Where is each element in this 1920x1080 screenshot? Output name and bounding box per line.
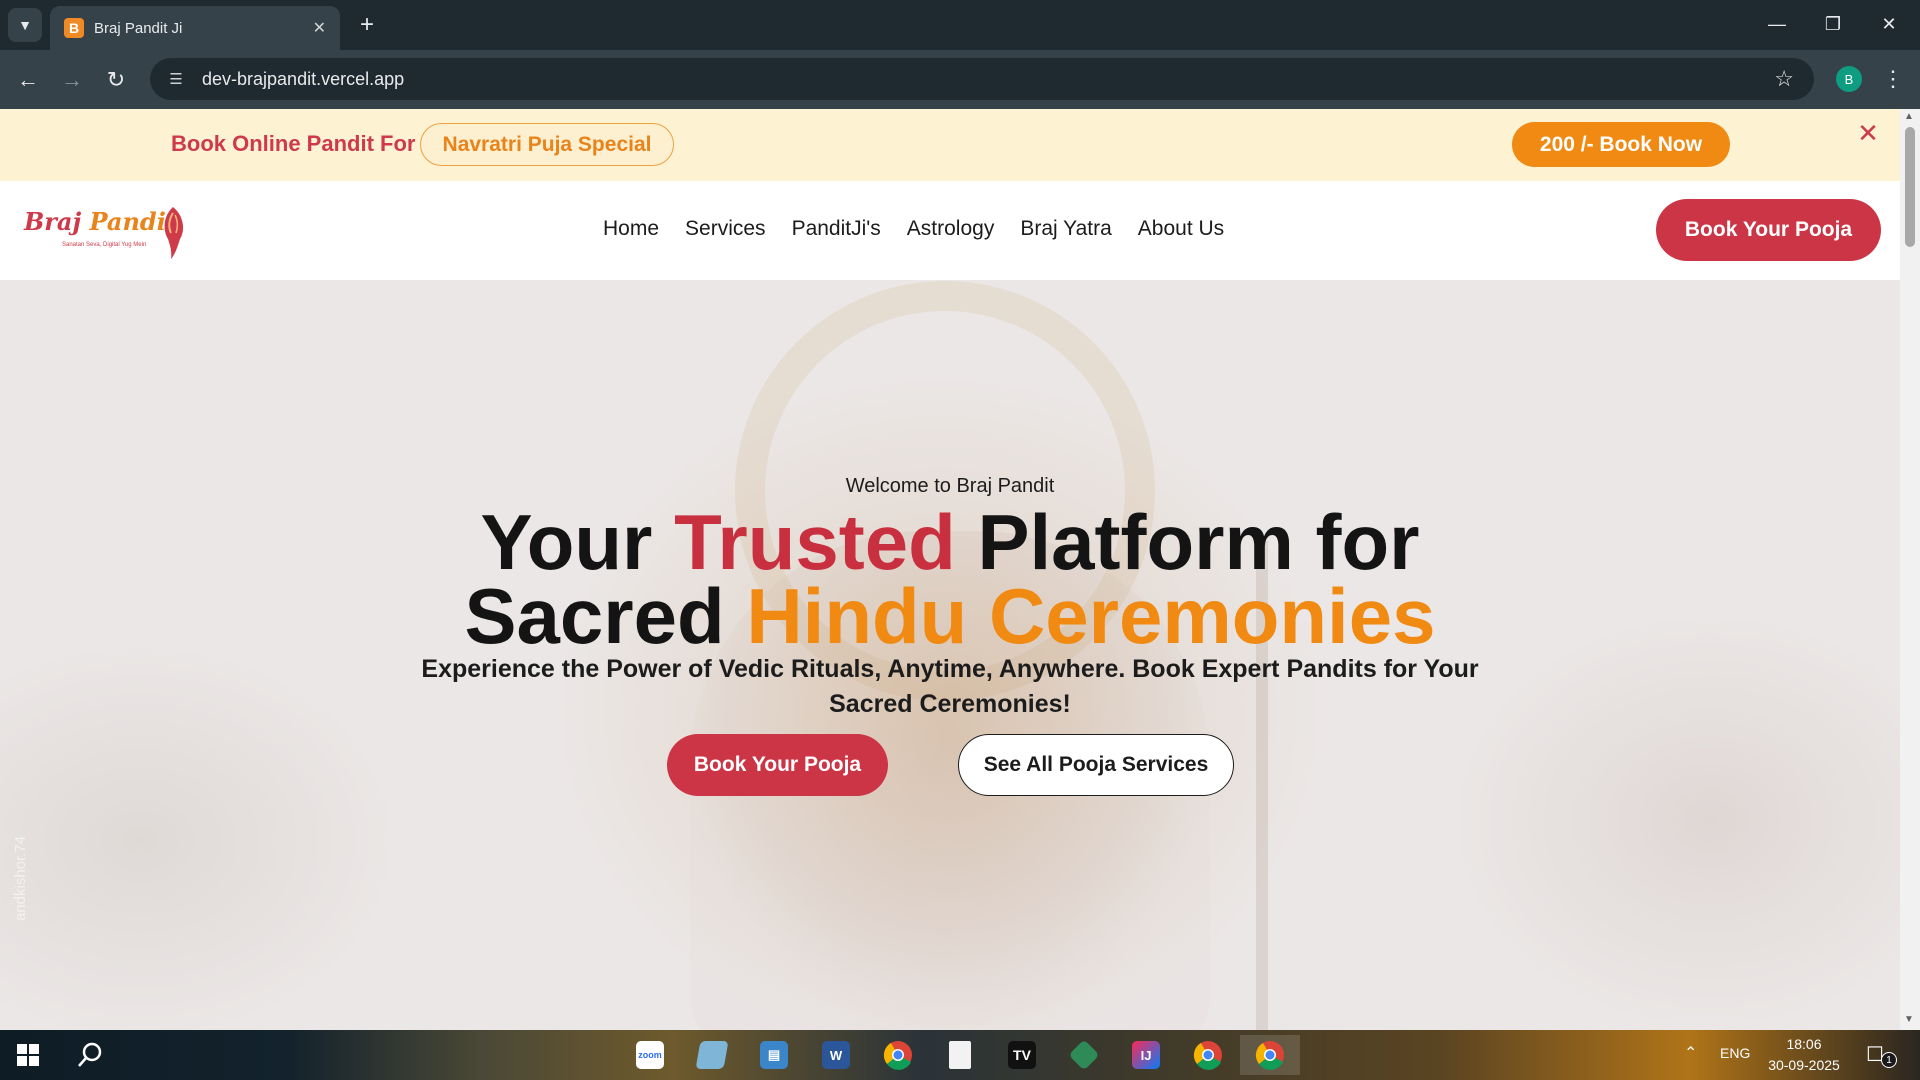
taskbar-word-app[interactable]: W bbox=[816, 1035, 856, 1075]
search-icon bbox=[78, 1042, 102, 1067]
taskbar-chrome-app[interactable] bbox=[878, 1035, 918, 1075]
image-watermark: andkishor.74 bbox=[12, 835, 29, 921]
announcement-offer-badge[interactable]: Navratri Puja Special bbox=[420, 123, 674, 166]
page-viewport: Book Online Pandit For Navratri Puja Spe… bbox=[0, 109, 1920, 1030]
show-hidden-icons-chevron-icon[interactable]: ⌃ bbox=[1684, 1043, 1697, 1063]
tab-search-button[interactable]: ▼ bbox=[8, 8, 42, 42]
notification-count-badge: 1 bbox=[1881, 1052, 1897, 1068]
hero-title: Your Trusted Platform for Sacred Hindu C… bbox=[464, 498, 1436, 660]
taskbar-search-button[interactable] bbox=[70, 1035, 110, 1075]
bookmark-star-icon[interactable]: ☆ bbox=[1774, 66, 1794, 92]
taskbar-editor-app[interactable] bbox=[692, 1035, 732, 1075]
new-tab-button[interactable]: + bbox=[352, 10, 382, 40]
close-announcement-icon[interactable]: ✕ bbox=[1856, 118, 1880, 148]
minimize-window-button[interactable]: — bbox=[1754, 8, 1800, 40]
chrome-icon bbox=[1255, 1041, 1284, 1070]
taskbar-zoom-app[interactable]: zoom bbox=[630, 1035, 670, 1075]
taskbar-tradingview-app[interactable]: TV bbox=[1002, 1035, 1042, 1075]
hero-book-pooja-button[interactable]: Book Your Pooja bbox=[667, 734, 888, 796]
site-logo[interactable]: Braj Pandit Sanatan Seva, Digital Yug Me… bbox=[24, 205, 194, 261]
start-button[interactable] bbox=[8, 1035, 48, 1075]
chrome-icon bbox=[1193, 1041, 1222, 1070]
nav-panditjis[interactable]: PanditJi's bbox=[792, 217, 881, 241]
conch-shell-icon bbox=[164, 207, 184, 259]
git-icon bbox=[1068, 1039, 1100, 1071]
header-book-pooja-button[interactable]: Book Your Pooja bbox=[1656, 199, 1881, 261]
taskbar-chrome-active-app[interactable] bbox=[1240, 1035, 1300, 1075]
file-icon bbox=[949, 1041, 971, 1069]
zoom-icon: zoom bbox=[636, 1041, 664, 1069]
nav-astrology[interactable]: Astrology bbox=[907, 217, 995, 241]
scrollbar-thumb[interactable] bbox=[1905, 127, 1915, 247]
taskbar-git-app[interactable] bbox=[1064, 1035, 1104, 1075]
browser-menu-icon[interactable]: ⋮ bbox=[1880, 62, 1906, 96]
logo-wordmark: Braj Pandit bbox=[24, 207, 177, 236]
profile-avatar[interactable]: B bbox=[1836, 66, 1862, 92]
announcement-bar: Book Online Pandit For Navratri Puja Spe… bbox=[0, 109, 1900, 181]
hero-section: Welcome to Braj Pandit Your Trusted Plat… bbox=[0, 281, 1900, 1030]
main-nav: Home Services PanditJi's Astrology Braj … bbox=[603, 217, 1250, 241]
announcement-book-now-button[interactable]: 200 /- Book Now bbox=[1512, 122, 1730, 167]
url-text: dev-brajpandit.vercel.app bbox=[202, 68, 405, 89]
clock-time: 18:06 bbox=[1786, 1036, 1822, 1052]
windows-logo-icon bbox=[17, 1044, 39, 1066]
reload-button[interactable]: ↻ bbox=[100, 64, 132, 96]
hero-background-glow bbox=[0, 641, 400, 1030]
scroll-down-icon[interactable]: ▼ bbox=[1904, 1014, 1914, 1025]
back-button[interactable]: ← bbox=[12, 64, 44, 96]
nav-braj-yatra[interactable]: Braj Yatra bbox=[1020, 217, 1111, 241]
hero-subtitle: Experience the Power of Vedic Rituals, A… bbox=[421, 655, 1479, 718]
taskbar-file-app[interactable] bbox=[940, 1035, 980, 1075]
close-window-button[interactable]: ✕ bbox=[1866, 8, 1912, 40]
hero-eyebrow: Welcome to Braj Pandit bbox=[845, 475, 1055, 497]
page-scrollbar[interactable]: ▲ ▼ bbox=[1900, 109, 1920, 1030]
site-header: Braj Pandit Sanatan Seva, Digital Yug Me… bbox=[0, 181, 1900, 281]
hero-title-highlight: Hindu Ceremonies bbox=[746, 572, 1436, 660]
input-language[interactable]: ENG bbox=[1720, 1045, 1750, 1061]
nav-services[interactable]: Services bbox=[685, 217, 766, 241]
taskbar-computer-app[interactable]: ▤ bbox=[754, 1035, 794, 1075]
site-favicon-icon: B bbox=[64, 18, 84, 38]
logo-tagline: Sanatan Seva, Digital Yug Mein bbox=[62, 242, 147, 248]
see-all-services-button[interactable]: See All Pooja Services bbox=[958, 734, 1234, 796]
restore-window-button[interactable]: ❐ bbox=[1810, 8, 1856, 40]
chrome-icon bbox=[883, 1041, 912, 1070]
taskbar-intellij-app[interactable]: IJ bbox=[1126, 1035, 1166, 1075]
system-clock[interactable]: 18:06 30-09-2025 bbox=[1764, 1034, 1844, 1076]
clock-date: 30-09-2025 bbox=[1768, 1057, 1840, 1073]
notification-center-icon[interactable]: ☐ 1 bbox=[1866, 1042, 1897, 1068]
scroll-up-icon[interactable]: ▲ bbox=[1904, 111, 1914, 122]
computer-icon: ▤ bbox=[760, 1041, 788, 1069]
windows-taskbar: zoom ▤ W TV IJ ⌃ ENG 18:06 30-09-2025 ☐ … bbox=[0, 1030, 1920, 1080]
taskbar-chrome-profile-app[interactable] bbox=[1188, 1035, 1228, 1075]
address-bar[interactable]: ☰ dev-brajpandit.vercel.app ☆ bbox=[150, 58, 1814, 100]
tradingview-icon: TV bbox=[1008, 1041, 1036, 1069]
nav-about-us[interactable]: About Us bbox=[1138, 217, 1224, 241]
close-tab-icon[interactable]: ✕ bbox=[313, 18, 326, 38]
announcement-text: Book Online Pandit For bbox=[171, 131, 416, 156]
tab-title: Braj Pandit Ji bbox=[94, 19, 183, 37]
browser-tab[interactable]: B Braj Pandit Ji ✕ bbox=[50, 6, 340, 50]
site-info-icon[interactable]: ☰ bbox=[164, 67, 188, 91]
notepad-icon bbox=[695, 1041, 729, 1069]
word-icon: W bbox=[822, 1041, 850, 1069]
nav-home[interactable]: Home bbox=[603, 217, 659, 241]
intellij-icon: IJ bbox=[1132, 1041, 1160, 1069]
browser-toolbar: ← → ↻ ☰ dev-brajpandit.vercel.app ☆ B ⋮ bbox=[0, 50, 1920, 109]
forward-button[interactable]: → bbox=[56, 64, 88, 96]
browser-tab-bar: ▼ B Braj Pandit Ji ✕ + — ❐ ✕ bbox=[0, 0, 1920, 50]
